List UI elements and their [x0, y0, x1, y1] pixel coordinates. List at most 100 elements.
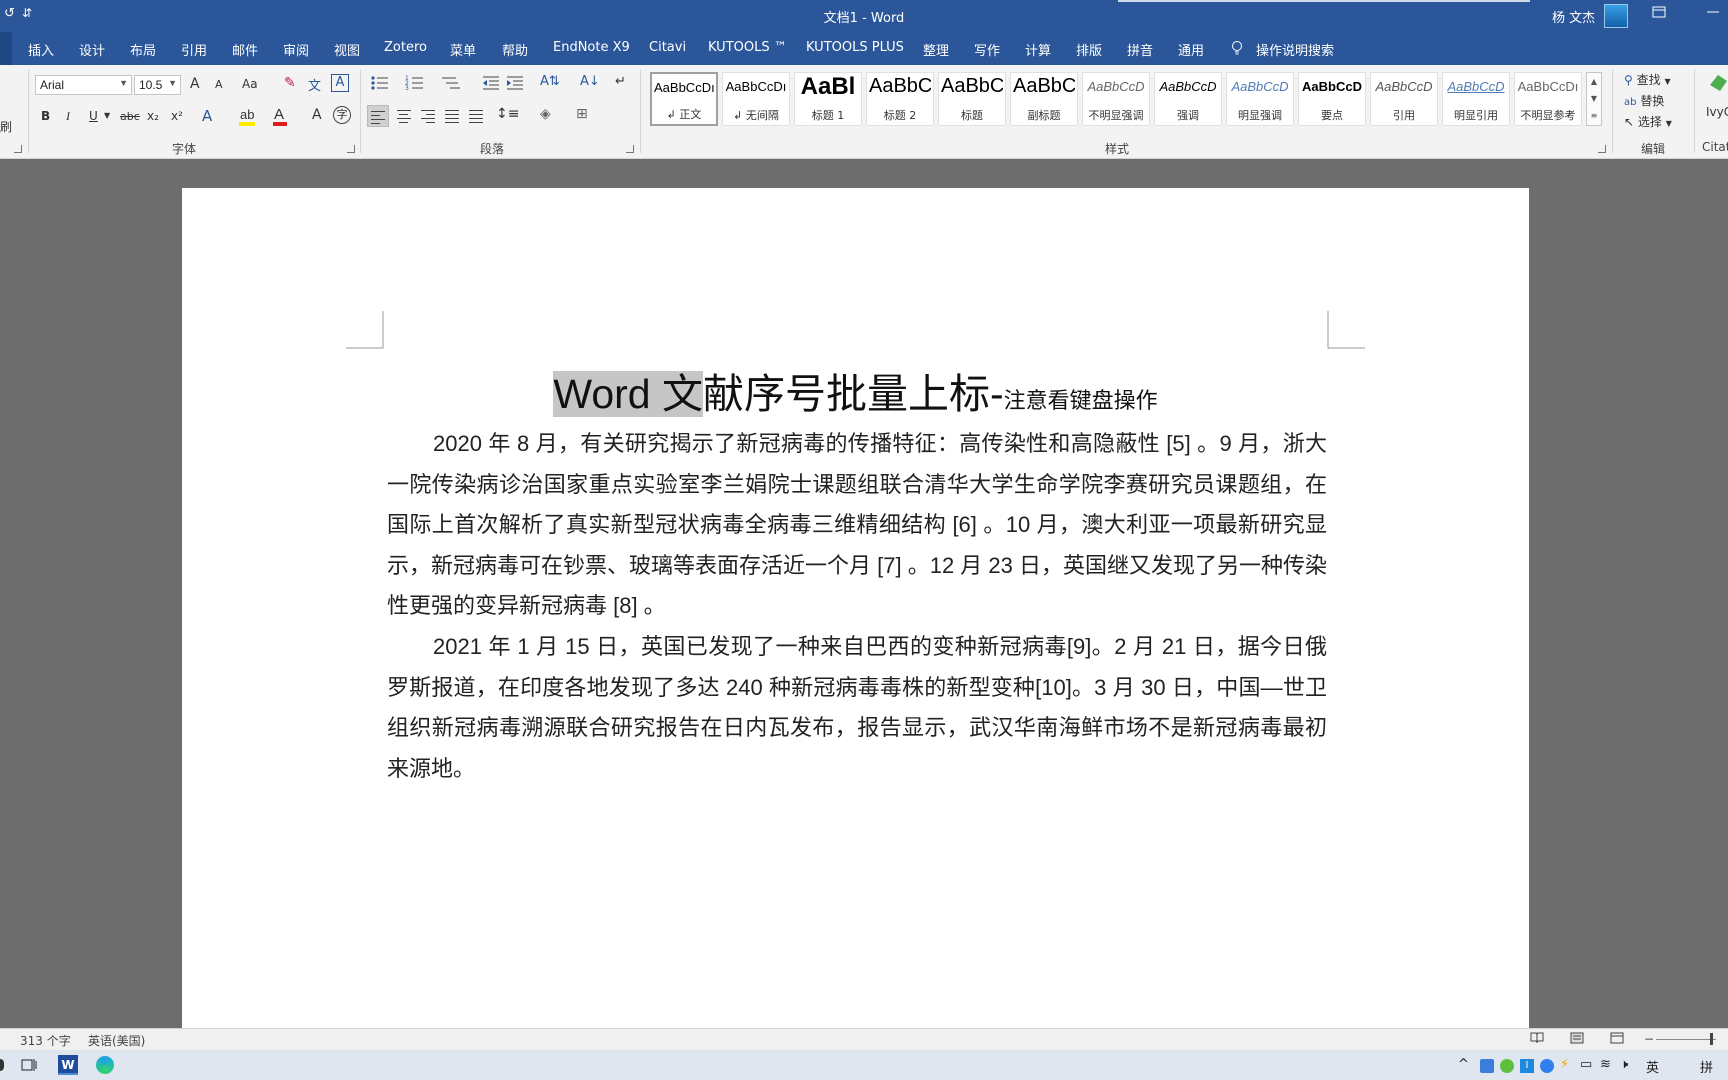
styles-scroll[interactable]: ▲ ▼ ≡ [1586, 72, 1602, 126]
minimize-icon[interactable] [1706, 5, 1720, 23]
print-layout-icon[interactable] [1570, 1032, 1584, 1047]
tab-layout[interactable]: 布局 [130, 40, 156, 59]
edge-browser-icon[interactable] [96, 1056, 114, 1074]
zoom-slider-thumb[interactable] [1710, 1033, 1713, 1045]
align-left-button[interactable] [367, 105, 389, 127]
title-note[interactable]: 注意看键盘操作 [1004, 388, 1158, 413]
align-center-button[interactable] [394, 105, 416, 127]
justify-button[interactable] [442, 105, 464, 127]
chevron-down-icon[interactable]: ▼ [104, 111, 110, 120]
wechat-icon[interactable] [1500, 1059, 1514, 1073]
borders-icon[interactable]: ⊞ [576, 106, 588, 122]
citavi-icon[interactable] [1708, 71, 1728, 93]
document-title[interactable]: Word 文献序号批量上标-注意看键盘操作 [182, 360, 1529, 420]
tab-view[interactable]: 视图 [334, 40, 360, 59]
lightbulb-icon[interactable] [1230, 40, 1244, 60]
paragraph[interactable]: 2020 年 8 月，有关研究揭示了新冠病毒的传播特征：高传染性和高隐蔽性 [5… [387, 424, 1327, 627]
enclose-characters-icon[interactable]: 字 [333, 106, 351, 124]
clipboard-launcher-icon[interactable] [14, 145, 22, 153]
tab-kutools-plus[interactable]: KUTOOLS PLUS [806, 40, 904, 55]
web-layout-icon[interactable] [1610, 1032, 1624, 1047]
tab-review[interactable]: 审阅 [283, 40, 309, 59]
language-indicator[interactable]: 英语(美国) [88, 1032, 145, 1049]
highlight-icon[interactable]: ab [238, 105, 256, 127]
character-border-icon[interactable]: A [331, 74, 349, 92]
multilevel-list-icon[interactable] [440, 74, 464, 95]
style-subtle-emphasis[interactable]: AaBbCcD 不明显强调 [1082, 72, 1150, 126]
decrease-indent-icon[interactable] [481, 74, 501, 95]
font-color-icon[interactable]: A [272, 105, 288, 127]
shrink-font-button[interactable]: A [215, 78, 223, 91]
volume-mute-icon[interactable]: 🕨 [1620, 1057, 1628, 1072]
battery-icon[interactable]: ▭ [1580, 1057, 1592, 1072]
style-subtle-reference[interactable]: AaBbCcDı 不明显参考 [1514, 72, 1582, 126]
chevron-down-icon[interactable]: ▼ [1587, 90, 1601, 107]
tab-menu[interactable]: 菜单 [450, 40, 476, 59]
style-emphasis[interactable]: AaBbCcD 强调 [1154, 72, 1222, 126]
wifi-icon[interactable]: ≋ [1600, 1057, 1611, 1072]
chevron-up-icon[interactable]: ▲ [1587, 73, 1601, 90]
replace-button[interactable]: ab 替换 [1624, 92, 1664, 109]
show-marks-icon[interactable]: ↵ [615, 74, 626, 89]
grow-font-button[interactable]: A [190, 76, 200, 92]
tab-write[interactable]: 写作 [974, 40, 1000, 59]
tray-sync-icon[interactable] [1540, 1059, 1554, 1073]
style-title[interactable]: AaBbC 标题 [938, 72, 1006, 126]
font-name-combo[interactable]: Arial ▼ [35, 75, 132, 95]
style-normal[interactable]: AaBbCcDı ↲ 正文 [650, 72, 718, 126]
underline-button[interactable]: U [89, 109, 98, 123]
tab-citavi[interactable]: Citavi [649, 40, 686, 55]
tab-endnote[interactable]: EndNote X9 [553, 40, 630, 55]
superscript-button[interactable]: x² [171, 109, 183, 123]
asian-layout-icon[interactable]: A⇅ [540, 74, 560, 89]
paragraph-launcher-icon[interactable] [626, 145, 634, 153]
italic-button[interactable]: I [66, 109, 70, 124]
title-selected-text[interactable]: Word 文 [553, 371, 703, 417]
style-subtitle[interactable]: AaBbC 副标题 [1010, 72, 1078, 126]
shading-icon[interactable]: ◈ [540, 106, 551, 122]
tab-pinyin[interactable]: 拼音 [1127, 40, 1153, 59]
tab-references[interactable]: 引用 [181, 40, 207, 59]
align-right-button[interactable] [418, 105, 440, 127]
read-mode-icon[interactable] [1530, 1032, 1544, 1047]
font-launcher-icon[interactable] [347, 145, 355, 153]
tab-typeset[interactable]: 排版 [1076, 40, 1102, 59]
style-heading-2[interactable]: AaBbC 标题 2 [866, 72, 934, 126]
user-name[interactable]: 杨 文杰 [1552, 7, 1595, 26]
styles-launcher-icon[interactable] [1598, 145, 1606, 153]
tab-kutools[interactable]: KUTOOLS ™ [708, 40, 787, 55]
ribbon-display-icon[interactable] [1652, 5, 1666, 23]
bullets-icon[interactable] [370, 74, 394, 95]
line-spacing-icon[interactable]: ↕≡ [496, 106, 519, 122]
subscript-button[interactable]: x₂ [147, 109, 159, 123]
start-icon[interactable] [0, 1059, 4, 1071]
increase-indent-icon[interactable] [505, 74, 525, 95]
style-strong[interactable]: AaBbCcD 要点 [1298, 72, 1366, 126]
tab-help[interactable]: 帮助 [502, 40, 528, 59]
tray-flash-icon[interactable]: ⚡ [1560, 1057, 1569, 1072]
style-quote[interactable]: AaBbCcD 引用 [1370, 72, 1438, 126]
word-app-icon[interactable]: W [58, 1055, 78, 1075]
more-styles-icon[interactable]: ≡ [1587, 107, 1601, 124]
chevron-up-icon[interactable]: ^ [1458, 1057, 1469, 1072]
strikethrough-button[interactable]: abc [120, 110, 140, 123]
tab-mailings[interactable]: 邮件 [232, 40, 258, 59]
paragraph[interactable]: 2021 年 1 月 15 日，英国已发现了一种来自巴西的变种新冠病毒[9]。2… [387, 627, 1327, 789]
tab-start[interactable] [0, 32, 12, 65]
tray-app-icon[interactable]: I [1520, 1059, 1534, 1073]
numbering-icon[interactable]: 123 [405, 74, 429, 95]
tab-insert[interactable]: 插入 [28, 40, 54, 59]
change-case-button[interactable]: Aa [242, 77, 258, 91]
text-effects-icon[interactable]: A [202, 107, 212, 125]
tray-app-icon[interactable] [1480, 1059, 1494, 1073]
zoom-slider[interactable] [1656, 1039, 1716, 1040]
title-text[interactable]: 献序号批量上标- [703, 371, 1004, 417]
tell-me-search[interactable]: 操作说明搜索 [1256, 40, 1334, 59]
citavi-label[interactable]: IvyC [1706, 105, 1728, 119]
tab-general[interactable]: 通用 [1178, 40, 1204, 59]
font-size-combo[interactable]: 10.5 ▼ [134, 75, 181, 95]
ime-mode-indicator[interactable]: 拼 [1700, 1057, 1713, 1076]
ime-indicator[interactable]: 英 [1646, 1057, 1659, 1076]
tab-zotero[interactable]: Zotero [384, 40, 427, 55]
document-page[interactable]: Word 文献序号批量上标-注意看键盘操作 2020 年 8 月，有关研究揭示了… [182, 188, 1529, 1028]
